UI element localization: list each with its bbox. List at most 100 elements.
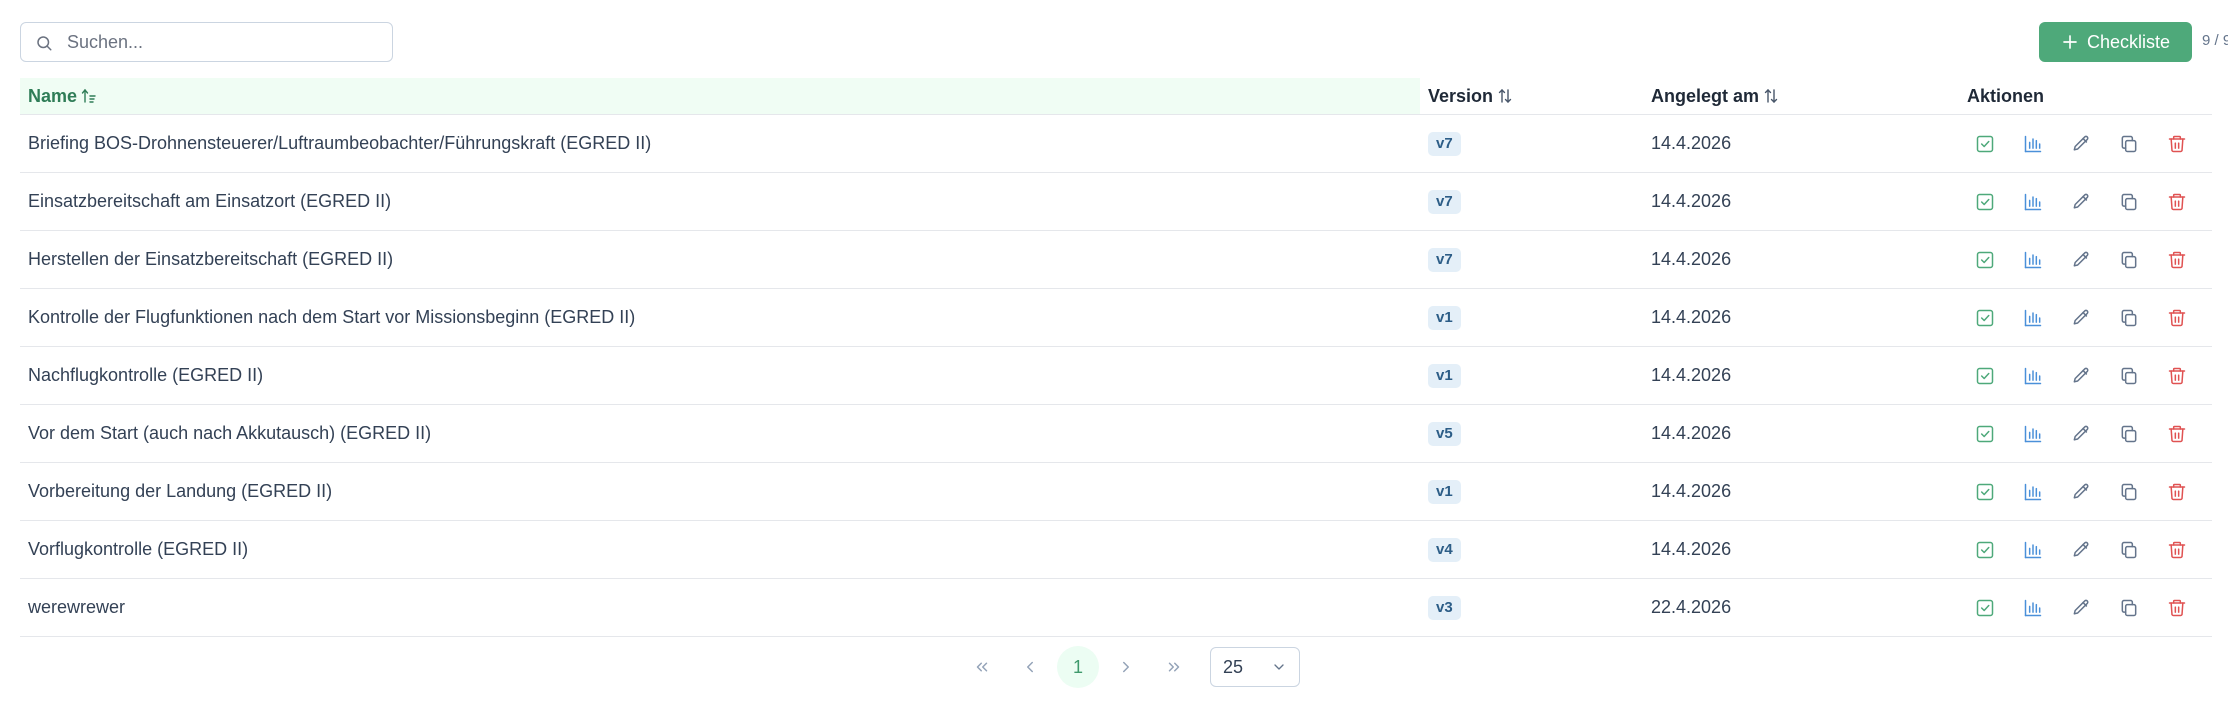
version-badge: v1 [1428, 480, 1461, 504]
run-checklist-button[interactable] [1972, 421, 1998, 447]
checklist-name[interactable]: Nachflugkontrolle (EGRED II) [28, 347, 263, 404]
checklist-name[interactable]: Vor dem Start (auch nach Akkutausch) (EG… [28, 405, 431, 462]
edit-button[interactable] [2068, 537, 2094, 563]
page-size-select[interactable]: 25 [1210, 647, 1300, 687]
delete-button[interactable] [2164, 421, 2190, 447]
row-actions [1972, 537, 2190, 563]
add-checklist-button[interactable]: Checkliste [2039, 22, 2192, 62]
delete-button[interactable] [2164, 363, 2190, 389]
version-cell: v1 [1428, 364, 1461, 388]
delete-button[interactable] [2164, 131, 2190, 157]
chevron-left-icon [1027, 661, 1033, 673]
bar-chart-icon [2024, 599, 2042, 617]
pencil-icon [2073, 541, 2089, 557]
copy-button[interactable] [2116, 537, 2142, 563]
edit-button[interactable] [2068, 247, 2094, 273]
statistics-button[interactable] [2020, 595, 2046, 621]
plus-icon [2063, 35, 2077, 49]
row-actions [1972, 421, 2190, 447]
statistics-button[interactable] [2020, 305, 2046, 331]
created-date: 14.4.2026 [1651, 249, 1732, 269]
run-checklist-button[interactable] [1972, 131, 1998, 157]
run-checklist-button[interactable] [1972, 189, 1998, 215]
statistics-button[interactable] [2020, 363, 2046, 389]
bar-chart-icon [2024, 135, 2042, 153]
run-checklist-button[interactable] [1972, 595, 1998, 621]
table-row: Nachflugkontrolle (EGRED II) v1 14.4.202… [20, 347, 2212, 405]
copy-button[interactable] [2116, 421, 2142, 447]
created-date: 14.4.2026 [1651, 481, 1732, 501]
column-header-version[interactable]: Version [1428, 78, 1513, 114]
checklist-name[interactable]: Herstellen der Einsatzbereitschaft (EGRE… [28, 231, 393, 288]
column-header-name[interactable]: Name [20, 78, 1420, 114]
previous-page-button[interactable] [1006, 646, 1054, 688]
last-page-button[interactable] [1150, 646, 1198, 688]
statistics-button[interactable] [2020, 421, 2046, 447]
search-box[interactable] [20, 22, 393, 62]
checklist-name[interactable]: Kontrolle der Flugfunktionen nach dem St… [28, 289, 635, 346]
table-header: Name Version Angelegt am Aktionen [20, 78, 2212, 115]
chevron-down-icon [1274, 664, 1284, 670]
run-checklist-button[interactable] [1972, 247, 1998, 273]
check-square-icon [1976, 135, 1994, 153]
checklist-name[interactable]: Vorbereitung der Landung (EGRED II) [28, 463, 332, 520]
version-cell: v7 [1428, 132, 1461, 156]
delete-button[interactable] [2164, 537, 2190, 563]
checklist-name[interactable]: werewrewer [28, 579, 125, 636]
copy-icon [2121, 135, 2137, 153]
delete-button[interactable] [2164, 595, 2190, 621]
table-row: Briefing BOS-Drohnensteuerer/Luftraumbeo… [20, 115, 2212, 173]
bar-chart-icon [2024, 251, 2042, 269]
pencil-icon [2073, 483, 2089, 499]
run-checklist-button[interactable] [1972, 537, 1998, 563]
version-cell: v1 [1428, 480, 1461, 504]
pencil-icon [2073, 309, 2089, 325]
checklist-name[interactable]: Einsatzbereitschaft am Einsatzort (EGRED… [28, 173, 391, 230]
edit-button[interactable] [2068, 363, 2094, 389]
next-page-button[interactable] [1102, 646, 1150, 688]
edit-button[interactable] [2068, 595, 2094, 621]
checklist-name[interactable]: Briefing BOS-Drohnensteuerer/Luftraumbeo… [28, 115, 651, 172]
copy-button[interactable] [2116, 595, 2142, 621]
copy-button[interactable] [2116, 247, 2142, 273]
result-count: 9 / 9 [2202, 32, 2228, 49]
run-checklist-button[interactable] [1972, 479, 1998, 505]
delete-button[interactable] [2164, 305, 2190, 331]
copy-button[interactable] [2116, 305, 2142, 331]
delete-button[interactable] [2164, 247, 2190, 273]
copy-button[interactable] [2116, 479, 2142, 505]
created-date: 14.4.2026 [1651, 133, 1732, 153]
delete-button[interactable] [2164, 479, 2190, 505]
delete-button[interactable] [2164, 189, 2190, 215]
trash-icon [2168, 541, 2186, 559]
run-checklist-button[interactable] [1972, 305, 1998, 331]
edit-button[interactable] [2068, 421, 2094, 447]
edit-button[interactable] [2068, 305, 2094, 331]
copy-button[interactable] [2116, 131, 2142, 157]
row-actions [1972, 363, 2190, 389]
copy-button[interactable] [2116, 363, 2142, 389]
search-input[interactable] [65, 23, 379, 62]
statistics-button[interactable] [2020, 537, 2046, 563]
bar-chart-icon [2024, 541, 2042, 559]
edit-button[interactable] [2068, 479, 2094, 505]
run-checklist-button[interactable] [1972, 363, 1998, 389]
statistics-button[interactable] [2020, 189, 2046, 215]
statistics-button[interactable] [2020, 479, 2046, 505]
first-page-button[interactable] [958, 646, 1006, 688]
checklist-name[interactable]: Vorflugkontrolle (EGRED II) [28, 521, 248, 578]
version-cell: v1 [1428, 306, 1461, 330]
trash-icon [2168, 367, 2186, 385]
page-button-current[interactable]: 1 [1057, 646, 1099, 688]
table-row: Vorbereitung der Landung (EGRED II) v1 1… [20, 463, 2212, 521]
copy-button[interactable] [2116, 189, 2142, 215]
statistics-button[interactable] [2020, 247, 2046, 273]
statistics-button[interactable] [2020, 131, 2046, 157]
check-square-icon [1976, 309, 1994, 327]
created-date: 14.4.2026 [1651, 365, 1732, 385]
table-row: Herstellen der Einsatzbereitschaft (EGRE… [20, 231, 2212, 289]
edit-button[interactable] [2068, 131, 2094, 157]
table-row: Einsatzbereitschaft am Einsatzort (EGRED… [20, 173, 2212, 231]
column-header-created[interactable]: Angelegt am [1651, 78, 1779, 114]
edit-button[interactable] [2068, 189, 2094, 215]
